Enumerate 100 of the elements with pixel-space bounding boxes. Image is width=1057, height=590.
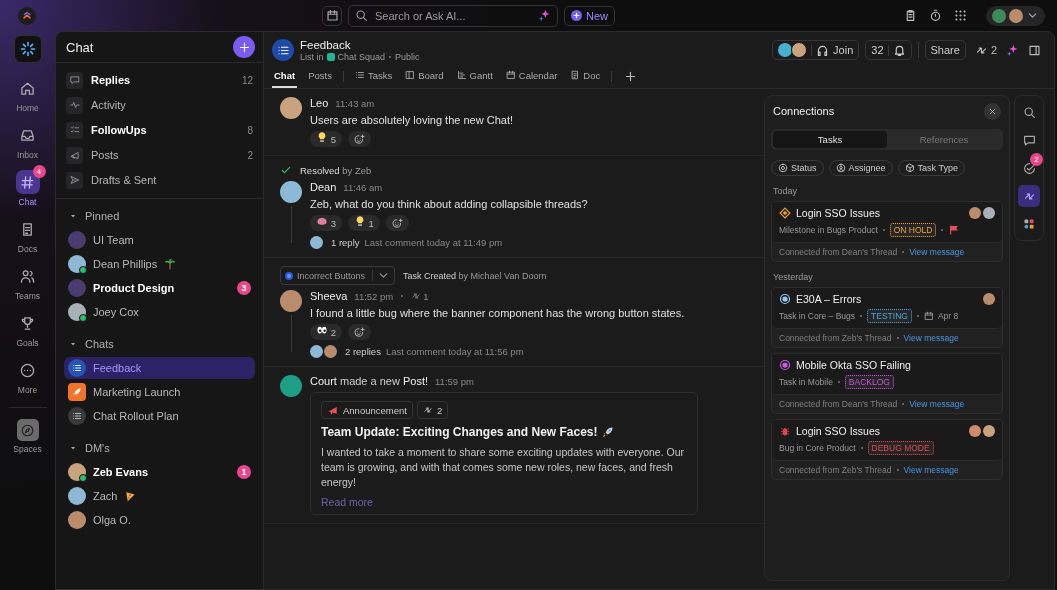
sidebar-chat-item[interactable]: Chat Rollout Plan bbox=[64, 405, 255, 427]
replies-link[interactable]: 2 replies bbox=[345, 346, 381, 357]
plus-circle-icon bbox=[571, 10, 582, 21]
post-title: Team Update: Exciting Changes and New Faces! bbox=[321, 425, 598, 439]
people-icon bbox=[20, 268, 35, 284]
connections-button[interactable]: 2 bbox=[971, 40, 1000, 60]
avatar bbox=[68, 511, 86, 529]
add-reaction-button[interactable] bbox=[347, 131, 371, 147]
sidebar-chat-item[interactable]: Feedback bbox=[64, 357, 255, 379]
sidebar-chat-item[interactable]: Dean Phillips bbox=[64, 253, 255, 275]
post-type-tag[interactable]: Announcement bbox=[321, 401, 413, 419]
user-menu-button[interactable] bbox=[986, 5, 1045, 26]
sidebar-nav-item[interactable]: FollowUps 8 bbox=[64, 119, 255, 141]
add-reaction-button[interactable] bbox=[347, 324, 371, 340]
sidebar-nav-item[interactable]: Drafts & Sent bbox=[64, 169, 255, 191]
caret-icon bbox=[69, 444, 77, 452]
reaction-button[interactable]: 5 bbox=[310, 131, 342, 147]
plus-icon bbox=[624, 69, 638, 83]
bug-icon bbox=[779, 425, 791, 437]
sidebar-chat-item[interactable]: Zach bbox=[64, 485, 255, 507]
status-tag: TESTING bbox=[867, 309, 912, 323]
avatar bbox=[324, 345, 337, 358]
view-tab[interactable]: Chat bbox=[272, 64, 298, 88]
plus-icon bbox=[237, 40, 251, 54]
sidebar-nav-item[interactable]: Replies 12 bbox=[64, 69, 255, 91]
visibility-label: Public bbox=[395, 51, 420, 62]
task-card[interactable]: Login SSO Issues Bug in Core Product DEBUG MODE Connected from Zeb's Thread View message bbox=[771, 419, 1003, 480]
view-message-link[interactable]: View message bbox=[909, 399, 965, 409]
sidebar-chat-item[interactable]: Zeb Evans 1 bbox=[64, 461, 255, 483]
view-tab[interactable]: Tasks bbox=[352, 64, 395, 88]
unread-badge: 3 bbox=[237, 281, 251, 295]
sidebar-chat-item[interactable]: Olga O. bbox=[64, 509, 255, 531]
section-header[interactable]: Chats bbox=[64, 333, 255, 355]
sidebar-nav-item[interactable]: Posts 2 bbox=[64, 144, 255, 166]
view-message-link[interactable]: View message bbox=[903, 333, 959, 343]
task-card[interactable]: Login SSO Issues Milestone in Bugs Product ON HOLD Connected from Dean's Thread View message bbox=[771, 201, 1003, 262]
target-icon bbox=[778, 163, 788, 173]
calendar-button[interactable] bbox=[322, 5, 342, 26]
task-card[interactable]: E30A – Errors Task in Core – Bugs TESTING Apr 8 Connected from Zeb's Thread View message bbox=[771, 287, 1003, 348]
sidebar-chat-item[interactable]: UI Team bbox=[64, 229, 255, 251]
search-field[interactable]: Search or Ask AI... bbox=[348, 4, 558, 27]
rail-nav-button[interactable]: More bbox=[2, 356, 53, 398]
rail-nav-button[interactable]: Home bbox=[2, 74, 53, 116]
connection-source: Connected from Zeb's Thread bbox=[779, 465, 892, 475]
new-button[interactable]: New bbox=[564, 5, 615, 26]
search-input[interactable]: Search or Ask AI... bbox=[373, 8, 533, 23]
sidebar-chat-item[interactable]: Joey Cox bbox=[64, 301, 255, 323]
app-logo-icon[interactable] bbox=[18, 6, 36, 25]
view-tab[interactable]: Doc bbox=[568, 64, 603, 88]
side-panel-button[interactable] bbox=[1018, 185, 1040, 207]
view-tab[interactable]: Gantt bbox=[454, 64, 495, 88]
reaction-button[interactable]: 1 bbox=[347, 215, 380, 231]
workspace-icon[interactable] bbox=[13, 35, 42, 63]
rail-nav-button[interactable]: Teams bbox=[2, 262, 53, 304]
join-button[interactable]: Join bbox=[772, 40, 860, 60]
sparkle-icon[interactable] bbox=[1006, 43, 1019, 57]
rail-nav-button[interactable]: Goals bbox=[2, 309, 53, 351]
panel-tab[interactable]: Tasks bbox=[773, 131, 887, 148]
task-title: Login SSO Issues bbox=[796, 425, 881, 437]
checkmark-icon bbox=[280, 164, 292, 176]
section-header[interactable]: DM's bbox=[64, 437, 255, 459]
sidebar-chat-item[interactable]: Product Design 3 bbox=[64, 277, 255, 299]
message-text: I found a little bug where the banner component has the wrong button states. bbox=[310, 307, 686, 319]
task-context: Task in Core – Bugs bbox=[779, 311, 856, 321]
view-message-link[interactable]: View message bbox=[909, 247, 965, 257]
replies-link[interactable]: 1 reply bbox=[331, 237, 360, 248]
share-button[interactable]: Share bbox=[924, 40, 966, 60]
connection-count[interactable]: 2 bbox=[416, 401, 449, 419]
view-message-link[interactable]: View message bbox=[903, 465, 959, 475]
eyes-icon bbox=[316, 324, 328, 336]
light-bulb-icon bbox=[316, 131, 328, 143]
reaction-button[interactable]: 3 bbox=[310, 215, 342, 231]
space-link[interactable]: Chat Squad bbox=[337, 51, 386, 62]
watchers-button[interactable]: 32 bbox=[865, 40, 912, 60]
view-tab[interactable]: Board bbox=[403, 64, 446, 88]
send-icon bbox=[69, 175, 80, 185]
author-name: Sheeva bbox=[310, 290, 348, 302]
new-chat-button[interactable] bbox=[233, 36, 255, 58]
task-card[interactable]: Mobile Okta SSO Failing Task in Mobile BACKLOG Connected from Dean's Thread View message bbox=[771, 353, 1003, 414]
close-button[interactable] bbox=[984, 102, 1001, 120]
view-tab[interactable]: Calendar bbox=[503, 64, 560, 88]
sidebar-nav-item[interactable]: Activity bbox=[64, 94, 255, 116]
caret-icon bbox=[69, 212, 77, 220]
rail-nav-button[interactable]: Inbox bbox=[2, 121, 53, 163]
section-header[interactable]: Pinned bbox=[64, 205, 255, 227]
caret-icon bbox=[69, 340, 77, 348]
clipboard-icon bbox=[904, 9, 917, 22]
calendar-icon bbox=[325, 9, 339, 22]
rail-nav-button[interactable]: Docs bbox=[2, 215, 53, 257]
rail-nav-button[interactable]: 4 Chat bbox=[2, 168, 53, 210]
location-label: List in bbox=[300, 51, 324, 62]
diamond-icon bbox=[779, 207, 791, 219]
timer-icon bbox=[929, 9, 942, 22]
spaces-button[interactable]: Spaces bbox=[2, 417, 53, 457]
search-icon bbox=[1022, 105, 1036, 119]
view-tab[interactable]: Posts bbox=[306, 64, 334, 88]
add-reaction-button[interactable] bbox=[385, 215, 409, 231]
sidebar-chat-item[interactable]: Marketing Launch bbox=[64, 381, 255, 403]
reaction-button[interactable]: 2 bbox=[310, 324, 342, 340]
task-chip[interactable]: Incorrect Buttons bbox=[280, 266, 396, 285]
